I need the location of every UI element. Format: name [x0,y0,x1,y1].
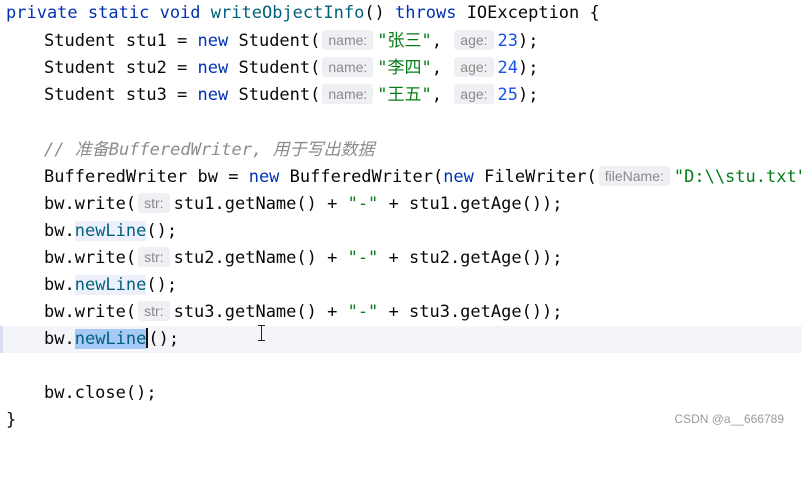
string-literal: "-" [347,194,379,214]
code-text: stu2.getName() + [173,248,348,268]
code-text: Student stu3 = [44,85,198,105]
string-literal: "张三" [377,31,432,51]
code-text: stu1.getName() + [173,194,348,214]
code-text: Student stu2 = [44,58,198,78]
code-text: BufferedWriter( [279,167,444,187]
code-text: FileWriter( [473,167,597,187]
code-text: bw.write( [44,194,137,214]
code-text: , [431,31,443,51]
string-literal: "李四" [377,58,432,78]
code-text: ); [518,85,539,105]
number-literal: 25 [497,85,519,105]
code-text: (); [146,275,178,295]
keyword-new: new [197,58,229,78]
keyword-new: new [248,167,280,187]
closing-brace: } [6,410,17,430]
param-hint-name: name: [322,30,374,50]
code-text: bw.write( [44,248,137,268]
number-literal: 23 [497,31,519,51]
method-call-newline: newLine [74,221,147,241]
exception-type: IOException { [456,3,600,23]
param-hint-name: name: [322,57,374,77]
param-hint-name: name: [322,84,374,104]
code-text: , [431,58,443,78]
param-hint-age: age: [454,84,494,104]
code-line-2[interactable]: Student stu1 = new Student(name: "张三", ag… [0,28,802,55]
method-call-newline: newLine [74,275,147,295]
code-text: Student stu1 = [44,31,198,51]
code-line-6[interactable]: // 准备BufferedWriter, 用于写出数据 [0,137,802,164]
keyword-new: new [197,85,229,105]
code-line-8[interactable]: bw.write(str: stu1.getName() + "-" + stu1… [0,191,802,218]
code-text: + stu3.getAge()); [378,302,563,322]
keyword-new: new [197,31,229,51]
code-line-12[interactable]: bw.write(str: stu3.getName() + "-" + stu3… [0,299,802,326]
mouse-ibeam-cursor [257,325,266,341]
keyword-private: private [6,3,78,23]
code-text: bw.close(); [44,383,157,403]
string-literal: "D:\\stu.txt" [673,167,802,187]
method-name: writeObjectInfo [210,3,365,23]
code-text: + stu2.getAge()); [378,248,563,268]
string-literal: "-" [347,248,379,268]
keyword-void: void [159,3,201,23]
code-text: Student( [228,58,321,78]
code-line-7[interactable]: BufferedWriter bw = new BufferedWriter(n… [0,164,802,191]
code-text: ); [518,58,539,78]
param-hint-age: age: [454,30,494,50]
code-text: , [431,85,443,105]
code-text: Student( [228,85,321,105]
code-text: (); [146,221,178,241]
keyword-static: static [87,3,150,23]
string-literal: "-" [347,302,379,322]
code-text: bw. [44,221,75,241]
method-parens: () [364,3,396,23]
code-line-9[interactable]: bw.newLine(); [0,218,802,245]
code-text: BufferedWriter bw = [44,167,249,187]
param-hint-str: str: [138,193,170,213]
selected-method-newline[interactable]: newLine [74,329,147,349]
code-text: Student( [228,31,321,51]
keyword-new: new [443,167,474,187]
current-line-marker [0,326,3,353]
number-literal: 24 [497,58,519,78]
code-line-1[interactable]: private static void writeObjectInfo() th… [0,0,802,27]
string-literal: "王五" [377,85,432,105]
code-text: ); [518,31,539,51]
code-text: + stu1.getAge()); [378,194,563,214]
param-hint-filename: fileName: [598,166,670,186]
code-line-10[interactable]: bw.write(str: stu2.getName() + "-" + stu2… [0,245,802,272]
param-hint-age: age: [454,57,494,77]
keyword-throws: throws [395,3,457,23]
code-line-4[interactable]: Student stu3 = new Student(name: "王五", ag… [0,82,802,109]
code-line-11[interactable]: bw.newLine(); [0,272,802,299]
watermark: CSDN @a__666789 [674,412,784,426]
code-text: (); [148,329,180,349]
code-line-3[interactable]: Student stu2 = new Student(name: "李四", ag… [0,55,802,82]
code-line-15[interactable]: bw.close(); [0,380,802,407]
code-line-13-current[interactable]: bw.newLine (); [0,326,802,353]
param-hint-str: str: [138,247,170,267]
code-text: bw.write( [44,302,137,322]
code-text: bw. [44,329,75,349]
code-text: bw. [44,275,75,295]
code-comment: // 准备BufferedWriter, 用于写出数据 [44,140,375,160]
param-hint-str: str: [138,301,170,321]
code-text: stu3.getName() + [173,302,348,322]
code-editor[interactable]: private static void writeObjectInfo() th… [0,0,802,434]
